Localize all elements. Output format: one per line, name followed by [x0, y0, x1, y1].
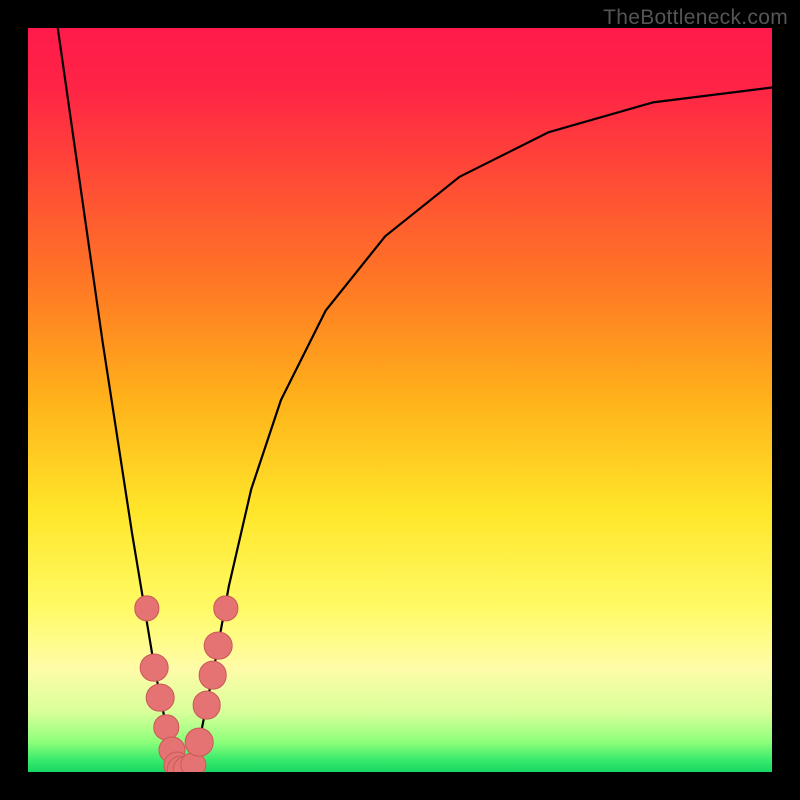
data-point [185, 728, 214, 757]
data-point [146, 683, 175, 712]
watermark-text: TheBottleneck.com [603, 6, 788, 30]
data-point [204, 631, 233, 660]
data-point [198, 661, 227, 690]
plot-area [28, 28, 772, 772]
bottleneck-curve [28, 28, 772, 772]
data-point [140, 654, 169, 683]
data-point [192, 691, 221, 720]
chart-frame: TheBottleneck.com [0, 0, 800, 800]
